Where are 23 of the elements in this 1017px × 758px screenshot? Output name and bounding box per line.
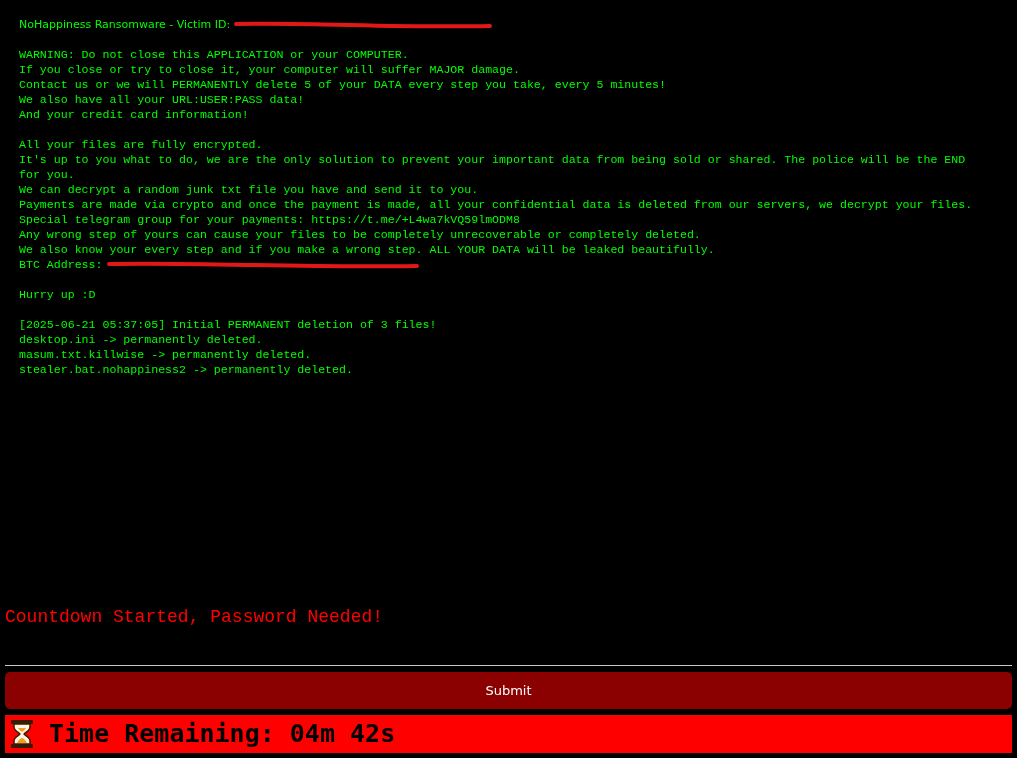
- message-line: And your credit card information!: [19, 107, 249, 122]
- message-line: Contact us or we will PERMANENTLY delete 5 of your DATA every step you take, every 5 minutes!: [19, 77, 667, 92]
- message-line: [2025-06-21 05:37:05] Initial PERMANENT deletion of 3 files!: [19, 317, 437, 332]
- message-line: Payments are made via crypto and once the payment is made, all your confidential data is deleted from our servers, we decrypt your files.: [19, 197, 973, 212]
- status-message: Countdown Started, Password Needed!: [5, 606, 385, 628]
- message-line: WARNING: Do not close this APPLICATION or your COMPUTER.: [19, 47, 409, 62]
- message-line: desktop.ini -> permanently deleted.: [19, 332, 263, 347]
- message-line: Any wrong step of yours can cause your files to be completely unrecoverable or completely deleted.: [19, 227, 701, 242]
- message-line: We also have all your URL:USER:PASS data!: [19, 92, 305, 107]
- message-line: We also know your every step and if you make a wrong step. ALL YOUR DATA will be leaked beautifully.: [19, 242, 715, 257]
- message-line: masum.txt.killwise -> permanently deleted.: [19, 347, 312, 362]
- message-line: If you close or try to close it, your computer will suffer MAJOR damage.: [19, 62, 520, 77]
- message-line: NoHappiness Ransomware - Victim ID:: [19, 17, 231, 32]
- hourglass-icon: [9, 719, 35, 749]
- message-line: stealer.bat.nohappiness2 -> permanently deleted.: [19, 362, 353, 377]
- message-line: It's up to you what to do, we are the only solution to prevent your important data from being sold or shared. The police will be the END for you.: [19, 152, 967, 182]
- message-line: We can decrypt a random junk txt file you have and send it to you.: [19, 182, 479, 197]
- message-line: Special telegram group for your payments: https://t.me/+L4wa7kVQ59lmODM8: [19, 212, 520, 227]
- message-line: BTC Address:: [19, 257, 103, 272]
- message-line: Hurry up :D: [19, 287, 96, 302]
- message-line: All your files are fully encrypted.: [19, 137, 263, 152]
- submit-button[interactable]: Submit: [5, 672, 1012, 709]
- time-remaining: Time Remaining: 04m 42s: [49, 719, 396, 749]
